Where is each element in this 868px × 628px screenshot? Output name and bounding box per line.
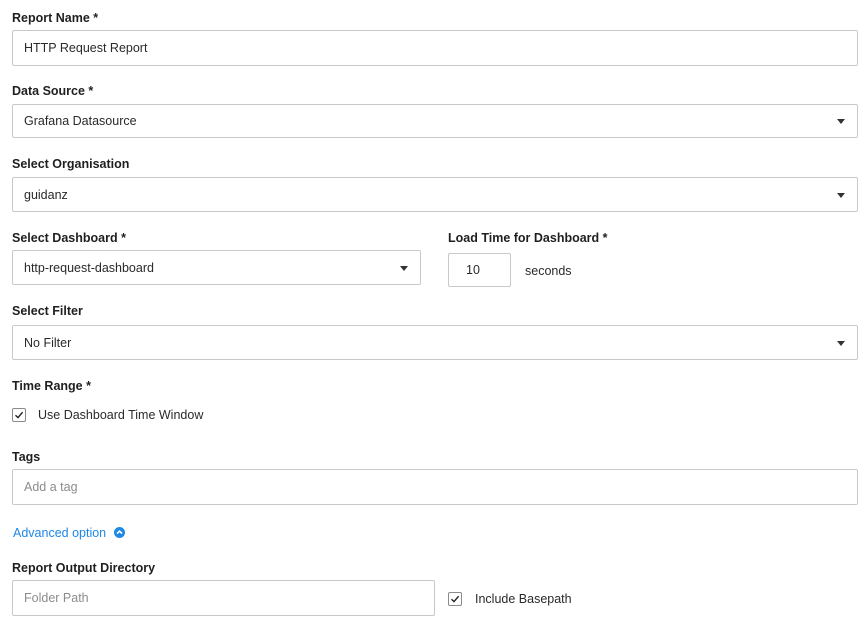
filter-label: Select Filter bbox=[12, 304, 83, 318]
data-source-select[interactable]: Grafana Datasource bbox=[12, 104, 858, 138]
checkmark-icon bbox=[15, 411, 24, 419]
tags-placeholder: Add a tag bbox=[24, 480, 78, 494]
organisation-value: guidanz bbox=[24, 187, 68, 202]
filter-value: No Filter bbox=[24, 335, 72, 350]
load-time-input[interactable]: 10 bbox=[448, 253, 511, 287]
checkmark-icon bbox=[451, 595, 460, 603]
use-dashboard-time-label[interactable]: Use Dashboard Time Window bbox=[38, 407, 203, 423]
data-source-label: Data Source * bbox=[12, 84, 94, 98]
caret-down-icon bbox=[837, 192, 845, 198]
chevron-up-circle-icon[interactable] bbox=[114, 527, 125, 538]
folder-path-input[interactable]: Folder Path bbox=[12, 580, 435, 616]
use-dashboard-time-checkbox[interactable] bbox=[12, 408, 26, 422]
tags-input[interactable]: Add a tag bbox=[12, 469, 858, 505]
organisation-select[interactable]: guidanz bbox=[12, 177, 858, 212]
time-range-label: Time Range * bbox=[12, 379, 91, 393]
dashboard-value: http-request-dashboard bbox=[24, 260, 154, 275]
report-name-input[interactable]: HTTP Request Report bbox=[12, 30, 858, 66]
load-time-label: Load Time for Dashboard * bbox=[448, 231, 608, 245]
caret-down-icon bbox=[400, 265, 408, 271]
load-time-unit: seconds bbox=[525, 264, 572, 278]
data-source-value: Grafana Datasource bbox=[24, 114, 137, 128]
report-name-value: HTTP Request Report bbox=[24, 41, 148, 55]
tags-label: Tags bbox=[12, 450, 41, 464]
dashboard-select[interactable]: http-request-dashboard bbox=[12, 250, 421, 285]
include-basepath-label[interactable]: Include Basepath bbox=[475, 591, 572, 607]
caret-down-icon bbox=[837, 340, 845, 346]
output-dir-label: Report Output Directory bbox=[12, 561, 156, 575]
dashboard-label: Select Dashboard * bbox=[12, 231, 126, 245]
load-time-value: 10 bbox=[466, 263, 480, 277]
advanced-option-link[interactable]: Advanced option bbox=[13, 525, 106, 541]
organisation-label: Select Organisation bbox=[12, 157, 130, 171]
filter-select[interactable]: No Filter bbox=[12, 325, 858, 360]
folder-path-placeholder: Folder Path bbox=[24, 591, 89, 605]
include-basepath-checkbox[interactable] bbox=[448, 592, 462, 606]
caret-down-icon bbox=[837, 119, 845, 124]
report-name-label: Report Name * bbox=[12, 11, 99, 25]
